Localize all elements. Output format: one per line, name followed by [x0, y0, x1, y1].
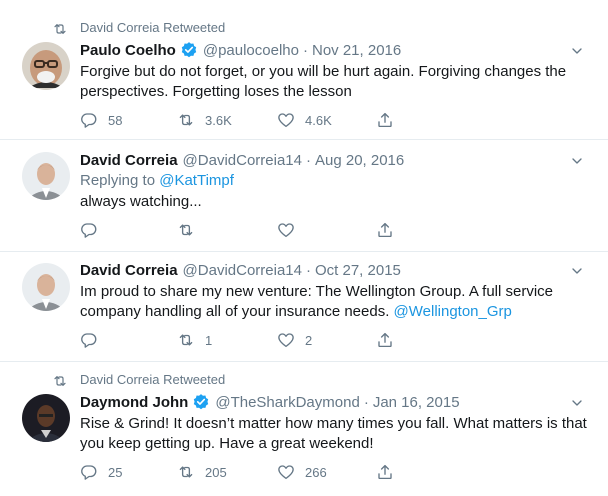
share-button[interactable]: [376, 462, 394, 482]
heart-icon: [277, 111, 295, 129]
tweet-date[interactable]: Aug 20, 2016: [315, 152, 404, 169]
share-icon: [376, 331, 394, 349]
like-count: 4.6K: [305, 112, 332, 128]
like-button[interactable]: [277, 220, 295, 240]
avatar[interactable]: [22, 42, 70, 90]
heart-icon: [277, 463, 295, 481]
reply-icon: [80, 463, 98, 481]
tweet-menu-button[interactable]: [568, 152, 586, 170]
retweet-button[interactable]: [177, 220, 195, 240]
reply-icon: [80, 111, 98, 129]
like-button[interactable]: 266: [277, 462, 327, 482]
chevron-down-icon: [569, 43, 585, 59]
reply-icon: [80, 221, 98, 239]
tweet-actions: 1 2: [80, 330, 480, 350]
separator-dot: ·: [302, 41, 308, 59]
separator-dot: ·: [306, 261, 311, 279]
reply-count: 58: [108, 112, 123, 128]
retweet-icon: [177, 111, 195, 129]
share-button[interactable]: [376, 110, 394, 130]
share-icon: [376, 463, 394, 481]
retweet-button[interactable]: 1: [177, 330, 212, 350]
verified-badge-icon: [180, 41, 198, 59]
tweet-text: always watching...: [80, 193, 202, 210]
chevron-down-icon: [569, 263, 585, 279]
tweet-text: Rise & Grind! It doesn’t matter how many…: [80, 415, 587, 452]
author-name[interactable]: David Correia: [80, 262, 178, 279]
retweet-count: 205: [205, 464, 227, 480]
tweet-menu-button[interactable]: [568, 42, 586, 60]
author-handle[interactable]: @paulocoelho: [203, 42, 299, 59]
share-button[interactable]: [376, 220, 394, 240]
like-button[interactable]: 2: [277, 330, 312, 350]
retweeted-by-label[interactable]: David Correia Retweeted: [80, 20, 225, 35]
retweet-icon: [177, 221, 195, 239]
retweet-button[interactable]: 205: [177, 462, 227, 482]
share-icon: [376, 111, 394, 129]
tweet-date[interactable]: Nov 21, 2016: [312, 42, 401, 59]
avatar[interactable]: [22, 263, 70, 311]
retweet-icon: [52, 373, 68, 389]
heart-icon: [277, 331, 295, 349]
author-handle[interactable]: @DavidCorreia14: [183, 152, 302, 169]
tweet-actions: 25 205 266: [80, 462, 480, 482]
author-name[interactable]: Paulo Coelho: [80, 42, 176, 59]
tweet-actions: [80, 220, 480, 240]
separator-dot: ·: [363, 393, 369, 411]
avatar[interactable]: [22, 394, 70, 442]
tweet-text: Im proud to share my new venture: The We…: [80, 282, 600, 322]
reply-count: 25: [108, 464, 123, 480]
like-count: 2: [305, 332, 313, 348]
retweet-count: 1: [205, 332, 213, 348]
author-handle[interactable]: @DavidCorreia14: [183, 262, 302, 279]
reply-button[interactable]: [80, 220, 98, 240]
reply-button[interactable]: 25: [80, 462, 122, 482]
tweet-menu-button[interactable]: [568, 262, 586, 280]
author-handle[interactable]: @TheSharkDaymond: [215, 394, 359, 411]
verified-badge-icon: [192, 393, 210, 411]
avatar[interactable]: [22, 152, 70, 200]
author-name[interactable]: Daymond John: [80, 394, 188, 411]
reply-icon: [80, 331, 98, 349]
retweet-icon: [177, 331, 195, 349]
retweet-button[interactable]: 3.6K: [177, 110, 232, 130]
replying-to-line: Replying to @KatTimpf: [80, 171, 600, 191]
tweet-date[interactable]: Oct 27, 2015: [315, 262, 401, 279]
like-count: 266: [305, 464, 327, 480]
retweeted-by-label[interactable]: David Correia Retweeted: [80, 372, 225, 387]
replying-to-link[interactable]: @KatTimpf: [159, 172, 234, 189]
tweet-actions: 58 3.6K 4.6K: [80, 110, 480, 130]
chevron-down-icon: [569, 153, 585, 169]
author-name[interactable]: David Correia: [80, 152, 178, 169]
mention-link[interactable]: @Wellington_Grp: [394, 303, 512, 320]
retweet-indicator: David Correia Retweeted: [58, 18, 225, 36]
share-icon: [376, 221, 394, 239]
chevron-down-icon: [569, 395, 585, 411]
tweet[interactable]: David Correia @DavidCorreia14 · Aug 20, …: [0, 140, 608, 252]
retweet-indicator: David Correia Retweeted: [58, 370, 225, 388]
tweet-date[interactable]: Jan 16, 2015: [373, 394, 460, 411]
reply-button[interactable]: 58: [80, 110, 122, 130]
tweet[interactable]: David Correia Retweeted Paulo Coelho @pa…: [0, 0, 608, 140]
replying-to-label: Replying to: [80, 172, 160, 189]
retweet-icon: [177, 463, 195, 481]
retweet-count: 3.6K: [205, 112, 232, 128]
retweet-icon: [52, 21, 68, 37]
heart-icon: [277, 221, 295, 239]
reply-button[interactable]: [80, 330, 98, 350]
tweet[interactable]: David Correia @DavidCorreia14 · Oct 27, …: [0, 252, 608, 362]
tweet[interactable]: David Correia Retweeted Daymond John @Th…: [0, 362, 608, 496]
tweet-text: Forgive but do not forget, or you will b…: [80, 63, 567, 100]
like-button[interactable]: 4.6K: [277, 110, 332, 130]
tweet-menu-button[interactable]: [568, 394, 586, 412]
share-button[interactable]: [376, 330, 394, 350]
separator-dot: ·: [306, 151, 311, 169]
